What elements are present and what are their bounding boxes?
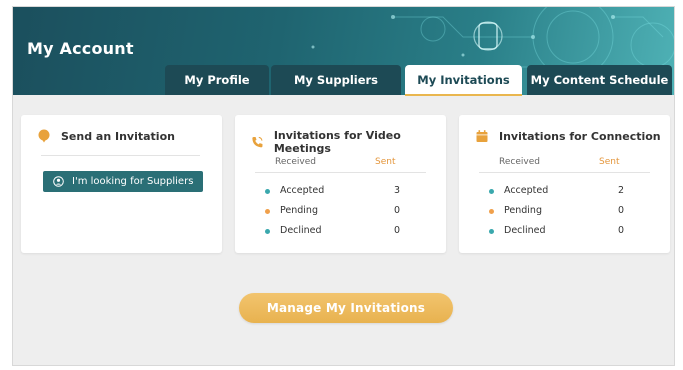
received-tab[interactable]: Received	[499, 157, 540, 167]
video-pending-label: Pending	[280, 205, 318, 216]
sent-tab[interactable]: Sent	[599, 157, 619, 167]
card-divider	[41, 155, 200, 156]
chat-bubble-icon	[38, 129, 50, 143]
tab-my-profile[interactable]: My Profile	[165, 65, 269, 95]
page-title: My Account	[27, 39, 134, 58]
video-stats-header: Received Sent	[255, 155, 426, 173]
connection-title: Invitations for Connection	[499, 129, 661, 143]
manage-invitations-button[interactable]: Manage My Invitations	[239, 293, 453, 323]
declined-dot-icon	[265, 229, 270, 234]
video-meetings-card: Invitations for Video Meetings Received …	[235, 115, 446, 253]
send-invitation-card: Send an Invitation I'm looking for Suppl…	[21, 115, 222, 253]
video-pending-count: 0	[394, 205, 401, 216]
tab-my-suppliers[interactable]: My Suppliers	[271, 65, 401, 95]
video-accepted-label: Accepted	[280, 185, 325, 196]
tab-my-content-schedule[interactable]: My Content Schedule	[527, 65, 672, 95]
video-declined-row: Declined 0	[265, 225, 415, 239]
connection-pending-count: 0	[618, 205, 625, 216]
video-accepted-row: Accepted 3	[265, 185, 415, 199]
calendar-icon	[476, 130, 488, 142]
connection-header: Invitations for Connection	[475, 129, 661, 143]
account-tabs: My Profile My Suppliers My Invitations M…	[13, 65, 674, 99]
looking-for-suppliers-button[interactable]: I'm looking for Suppliers	[43, 171, 203, 192]
connection-declined-label: Declined	[504, 225, 546, 236]
received-tab[interactable]: Received	[275, 157, 316, 167]
video-meetings-title: Invitations for Video Meetings	[273, 129, 401, 155]
accepted-dot-icon	[489, 189, 494, 194]
connection-stats-header: Received Sent	[479, 155, 650, 173]
video-declined-label: Declined	[280, 225, 322, 236]
phone-icon	[252, 136, 263, 148]
connection-accepted-count: 2	[618, 185, 625, 196]
accepted-dot-icon	[265, 189, 270, 194]
connection-card: Invitations for Connection Received Sent…	[459, 115, 670, 253]
connection-declined-count: 0	[618, 225, 625, 236]
stats-header-divider	[255, 172, 426, 173]
pending-dot-icon	[489, 209, 494, 214]
video-pending-row: Pending 0	[265, 205, 415, 219]
connection-accepted-label: Accepted	[504, 185, 549, 196]
app-frame: My Account My Profile My Suppliers My In…	[12, 6, 675, 366]
connection-pending-row: Pending 0	[489, 205, 639, 219]
connection-accepted-row: Accepted 2	[489, 185, 639, 199]
sent-tab[interactable]: Sent	[375, 157, 395, 167]
stats-header-divider	[479, 172, 650, 173]
video-accepted-count: 3	[394, 185, 401, 196]
looking-for-suppliers-label: I'm looking for Suppliers	[72, 176, 194, 187]
send-invitation-title: Send an Invitation	[61, 129, 175, 143]
pending-dot-icon	[265, 209, 270, 214]
video-declined-count: 0	[394, 225, 401, 236]
user-icon	[53, 176, 64, 187]
video-meetings-header: Invitations for Video Meetings	[251, 129, 446, 155]
declined-dot-icon	[489, 229, 494, 234]
tab-my-invitations[interactable]: My Invitations	[405, 65, 522, 96]
send-invitation-header: Send an Invitation	[37, 129, 175, 143]
connection-pending-label: Pending	[504, 205, 542, 216]
connection-declined-row: Declined 0	[489, 225, 639, 239]
